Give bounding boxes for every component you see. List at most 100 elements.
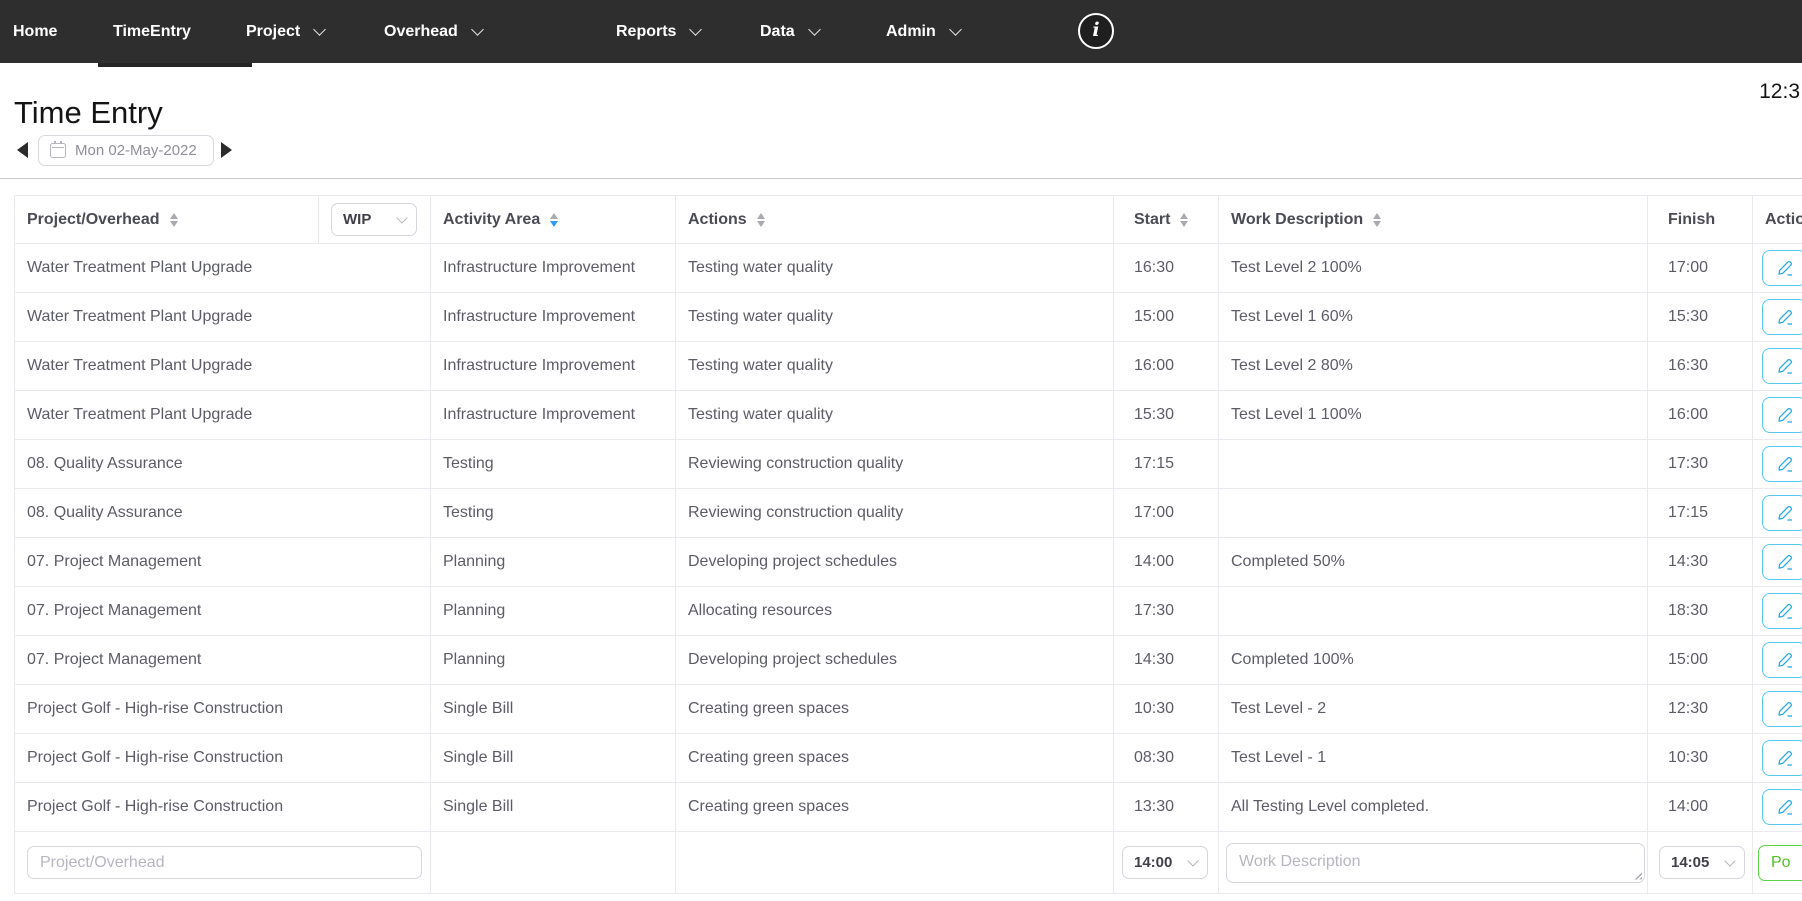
date-picker[interactable]: Mon 02-May-2022 (38, 135, 214, 166)
edit-entry-button[interactable] (1762, 593, 1802, 629)
edit-pencil-icon (1775, 748, 1795, 768)
cell-activity-area: Single Bill (431, 734, 676, 783)
cell-project-overhead: Water Treatment Plant Upgrade (15, 391, 431, 440)
cell-work-description: Completed 100% (1219, 636, 1648, 685)
previous-day-button[interactable] (17, 142, 28, 158)
cell-actions: Developing project schedules (676, 636, 1114, 685)
chevron-down-icon (471, 23, 484, 36)
cell-empty (676, 832, 1114, 894)
sort-icon (1180, 213, 1188, 227)
nav-item-label: Reports (616, 23, 676, 41)
table-row: Project Golf - High-rise Construction Si… (15, 734, 1802, 783)
cell-start: 08:30 (1114, 734, 1219, 783)
cell-project-overhead: 07. Project Management (15, 587, 431, 636)
edit-entry-button[interactable] (1762, 348, 1802, 384)
column-header-activity-area[interactable]: Activity Area (431, 196, 676, 244)
edit-pencil-icon (1775, 356, 1795, 376)
nav-item-label: TimeEntry (113, 23, 191, 41)
cell-activity-area: Infrastructure Improvement (431, 293, 676, 342)
cell-start: 15:00 (1114, 293, 1219, 342)
table-row: Water Treatment Plant Upgrade Infrastruc… (15, 293, 1802, 342)
nav-item-reports[interactable]: Reports (616, 0, 700, 63)
clock-readout: 12:3 (1759, 80, 1800, 104)
sort-icon (170, 213, 178, 227)
info-button[interactable]: i (1078, 13, 1114, 49)
cell-finish: 17:15 (1648, 489, 1753, 538)
column-header-project-overhead[interactable]: Project/Overhead (15, 196, 319, 244)
edit-pencil-icon (1775, 503, 1795, 523)
nav-item-label: Data (760, 23, 795, 41)
finish-time-select[interactable]: 14:05 (1659, 846, 1745, 879)
edit-entry-button[interactable] (1762, 495, 1802, 531)
nav-item-project[interactable]: Project (246, 0, 324, 63)
nav-item-admin[interactable]: Admin (886, 0, 960, 63)
column-header-work-description[interactable]: Work Description (1219, 196, 1648, 244)
edit-entry-button[interactable] (1762, 250, 1802, 286)
chevron-down-icon (1187, 855, 1198, 866)
edit-entry-button[interactable] (1762, 691, 1802, 727)
column-header-action: Action (1753, 196, 1802, 244)
cell-actions: Developing project schedules (676, 538, 1114, 587)
next-day-button[interactable] (221, 142, 232, 158)
nav-item-label: Project (246, 23, 300, 41)
cell-project-overhead: 07. Project Management (15, 636, 431, 685)
edit-entry-button[interactable] (1762, 446, 1802, 482)
cell-project-overhead: 08. Quality Assurance (15, 489, 431, 538)
cell-actions: Allocating resources (676, 587, 1114, 636)
cell-finish: 14:00 (1648, 783, 1753, 832)
edit-pencil-icon (1775, 405, 1795, 425)
edit-entry-button[interactable] (1762, 397, 1802, 433)
calendar-icon (50, 143, 66, 158)
table-row: Water Treatment Plant Upgrade Infrastruc… (15, 244, 1802, 293)
work-description-textarea[interactable] (1226, 843, 1645, 883)
nav-item-data[interactable]: Data (760, 0, 819, 63)
cell-activity-area: Planning (431, 538, 676, 587)
nav-item-label: Home (13, 23, 57, 41)
cell-finish: 10:30 (1648, 734, 1753, 783)
column-header-actions[interactable]: Actions (676, 196, 1114, 244)
table-row: Project Golf - High-rise Construction Si… (15, 685, 1802, 734)
edit-pencil-icon (1775, 552, 1795, 572)
post-button[interactable]: Po (1758, 845, 1802, 881)
cell-actions: Reviewing construction quality (676, 440, 1114, 489)
cell-work-description: Test Level 1 100% (1219, 391, 1648, 440)
edit-entry-button[interactable] (1762, 789, 1802, 825)
column-label: Activity Area (443, 211, 540, 229)
date-label: Mon 02-May-2022 (75, 142, 197, 159)
start-time-value: 14:00 (1134, 854, 1172, 871)
edit-entry-button[interactable] (1762, 642, 1802, 678)
edit-entry-button[interactable] (1762, 544, 1802, 580)
nav-item-home[interactable]: Home (13, 0, 57, 63)
nav-item-overhead[interactable]: Overhead (384, 0, 482, 63)
cell-work-description (1219, 440, 1648, 489)
column-label: Finish (1668, 211, 1715, 228)
cell-actions: Testing water quality (676, 391, 1114, 440)
edit-entry-button[interactable] (1762, 740, 1802, 776)
cell-project-overhead: Water Treatment Plant Upgrade (15, 342, 431, 391)
chevron-down-icon (396, 212, 407, 223)
chevron-down-icon (808, 23, 821, 36)
cell-start: 16:30 (1114, 244, 1219, 293)
cell-project-overhead: 08. Quality Assurance (15, 440, 431, 489)
project-overhead-input[interactable] (27, 846, 422, 879)
sort-icon (1373, 213, 1381, 227)
wip-filter-select[interactable]: WIP (331, 203, 417, 236)
info-icon: i (1092, 21, 1099, 40)
table-row: Water Treatment Plant Upgrade Infrastruc… (15, 342, 1802, 391)
cell-work-description: Test Level 2 80% (1219, 342, 1648, 391)
chevron-down-icon (1724, 855, 1735, 866)
nav-item-timeentry[interactable]: TimeEntry (113, 0, 191, 63)
cell-finish: 16:30 (1648, 342, 1753, 391)
cell-work-description: Test Level - 2 (1219, 685, 1648, 734)
start-time-select[interactable]: 14:00 (1122, 846, 1208, 879)
cell-start: 14:30 (1114, 636, 1219, 685)
time-entry-table: Project/Overhead WIP Activity Area Actio… (14, 195, 1802, 894)
column-header-wip-filter: WIP (319, 196, 431, 244)
table-row: Water Treatment Plant Upgrade Infrastruc… (15, 391, 1802, 440)
table-header-row: Project/Overhead WIP Activity Area Actio… (15, 196, 1802, 244)
column-header-start[interactable]: Start (1114, 196, 1219, 244)
cell-finish: 17:00 (1648, 244, 1753, 293)
nav-item-label: Overhead (384, 23, 458, 41)
edit-pencil-icon (1775, 601, 1795, 621)
edit-entry-button[interactable] (1762, 299, 1802, 335)
